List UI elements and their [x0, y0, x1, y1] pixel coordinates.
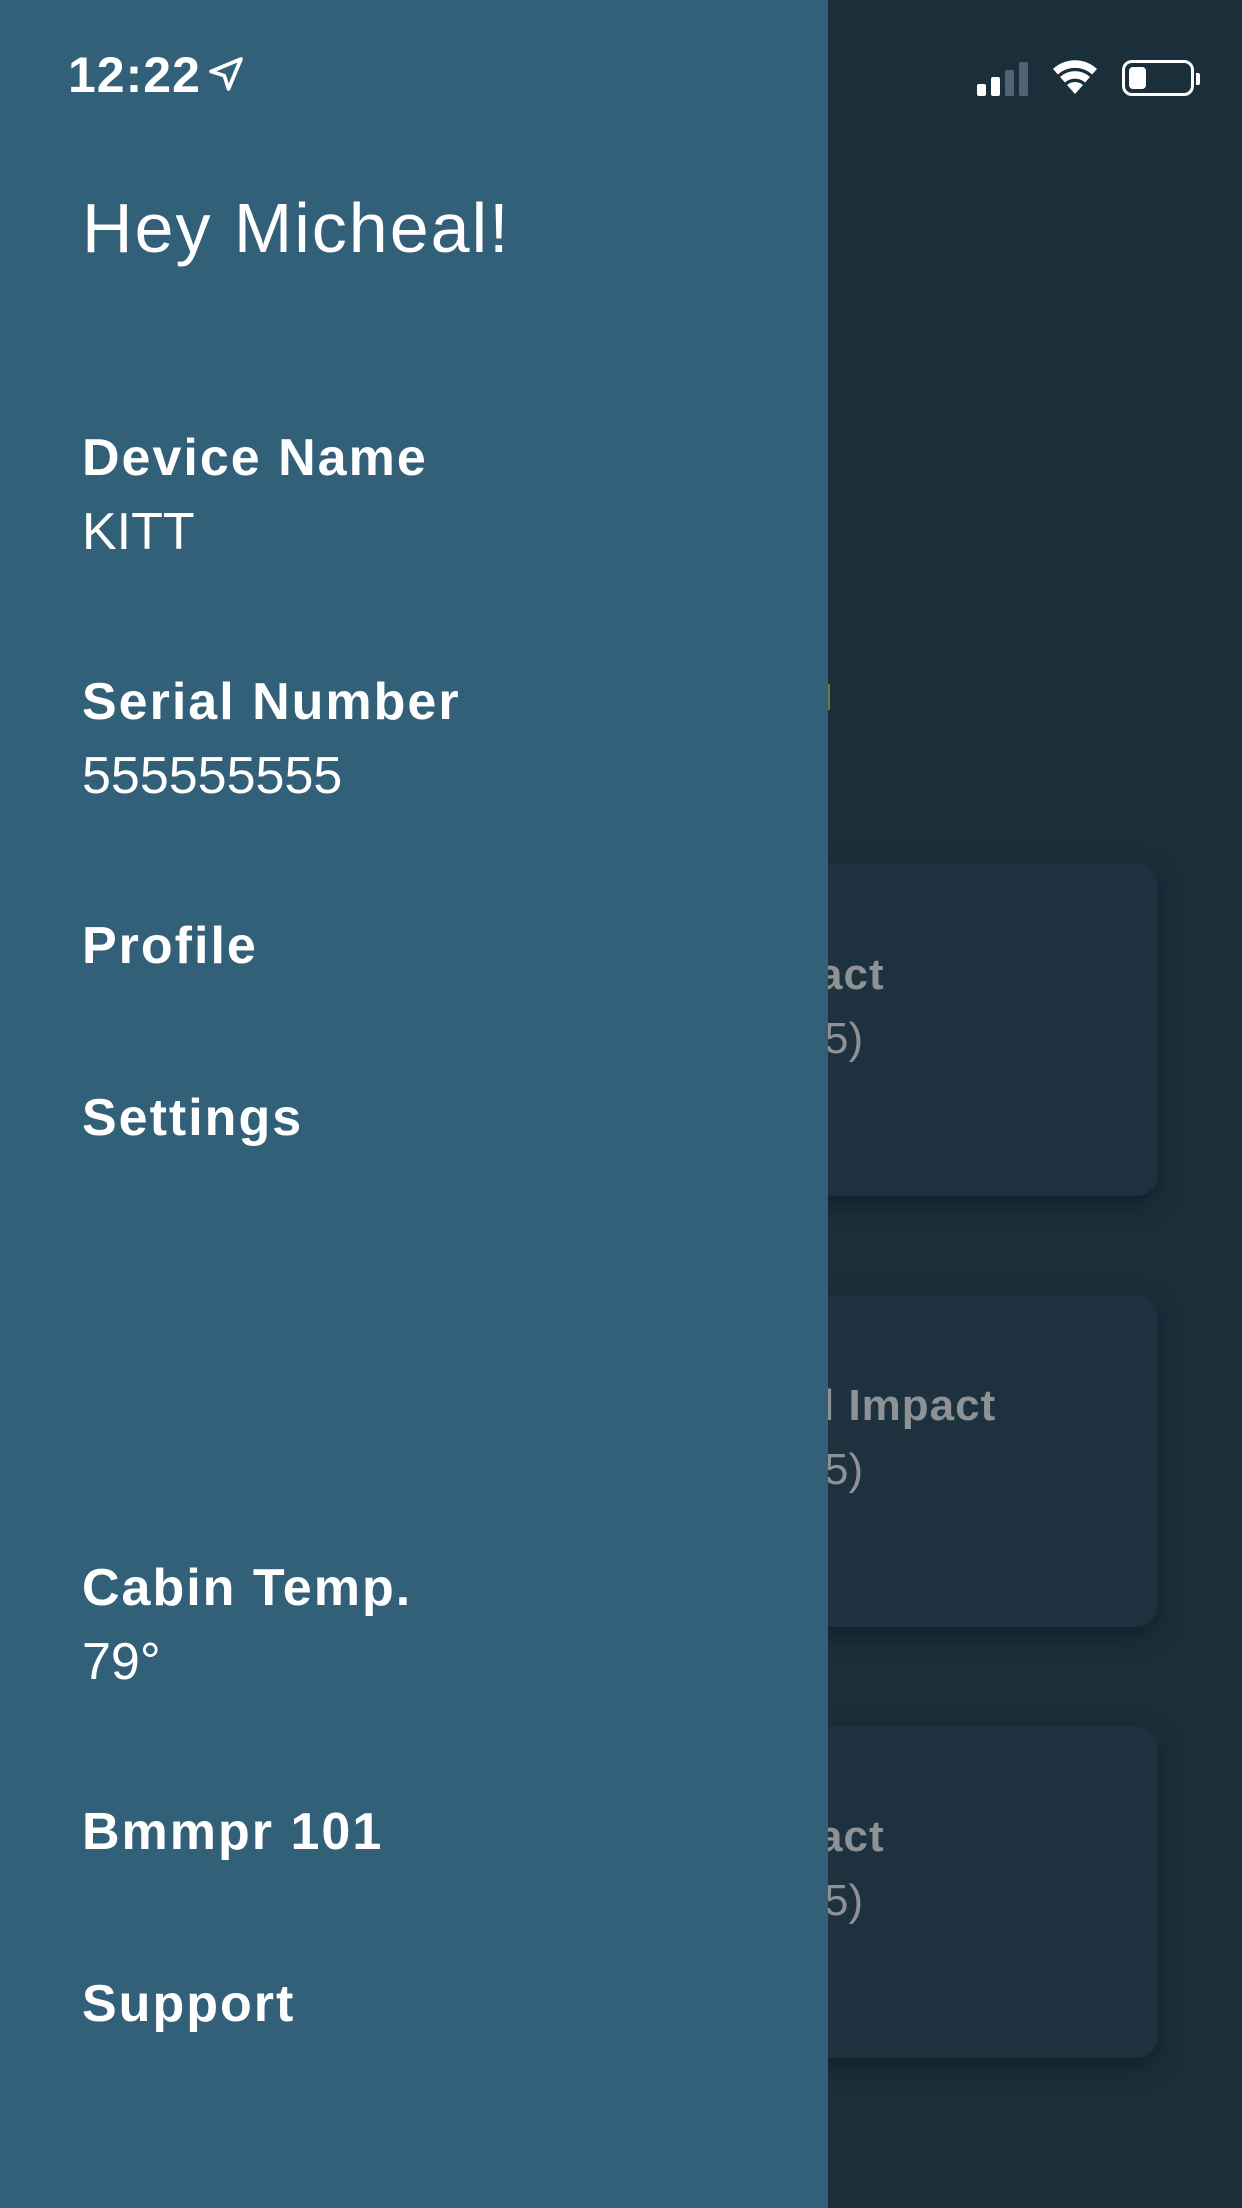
background-card-subtitle: 5)	[824, 1014, 864, 1063]
device-name-label: Device Name	[82, 429, 428, 487]
menu-item-profile[interactable]: Profile	[82, 916, 258, 976]
cabin-temp-label: Cabin Temp.	[82, 1559, 413, 1617]
serial-number-value: 555555555	[82, 747, 343, 805]
serial-number-label: Serial Number	[82, 673, 461, 731]
background-card-subtitle: 5)	[824, 1876, 864, 1925]
status-time: 12:22	[68, 47, 201, 103]
background-card-subtitle: 5)	[824, 1445, 864, 1494]
device-name-value: KITT	[82, 503, 195, 561]
menu-item-support[interactable]: Support	[82, 1974, 295, 2034]
cellular-signal-icon	[977, 60, 1028, 96]
location-arrow-icon	[209, 57, 243, 91]
greeting-heading: Hey Micheal!	[82, 189, 511, 267]
background-card[interactable]: l Impact 5)	[790, 1295, 1158, 1627]
status-icons	[977, 56, 1200, 96]
battery-icon	[1122, 60, 1200, 96]
menu-item-bmmpr-101[interactable]: Bmmpr 101	[82, 1802, 383, 1862]
wifi-icon	[1053, 60, 1097, 94]
menu-item-settings[interactable]: Settings	[82, 1088, 303, 1148]
navigation-drawer: Hey Micheal! Device Name KITT Serial Num…	[0, 0, 828, 2208]
background-card-title: l Impact	[822, 1381, 997, 1430]
cabin-temp-value: 79°	[82, 1633, 161, 1691]
battery-level-fill	[1129, 67, 1146, 89]
background-card[interactable]: act 5)	[790, 864, 1158, 1196]
background-card[interactable]: act 5)	[790, 1726, 1158, 2058]
